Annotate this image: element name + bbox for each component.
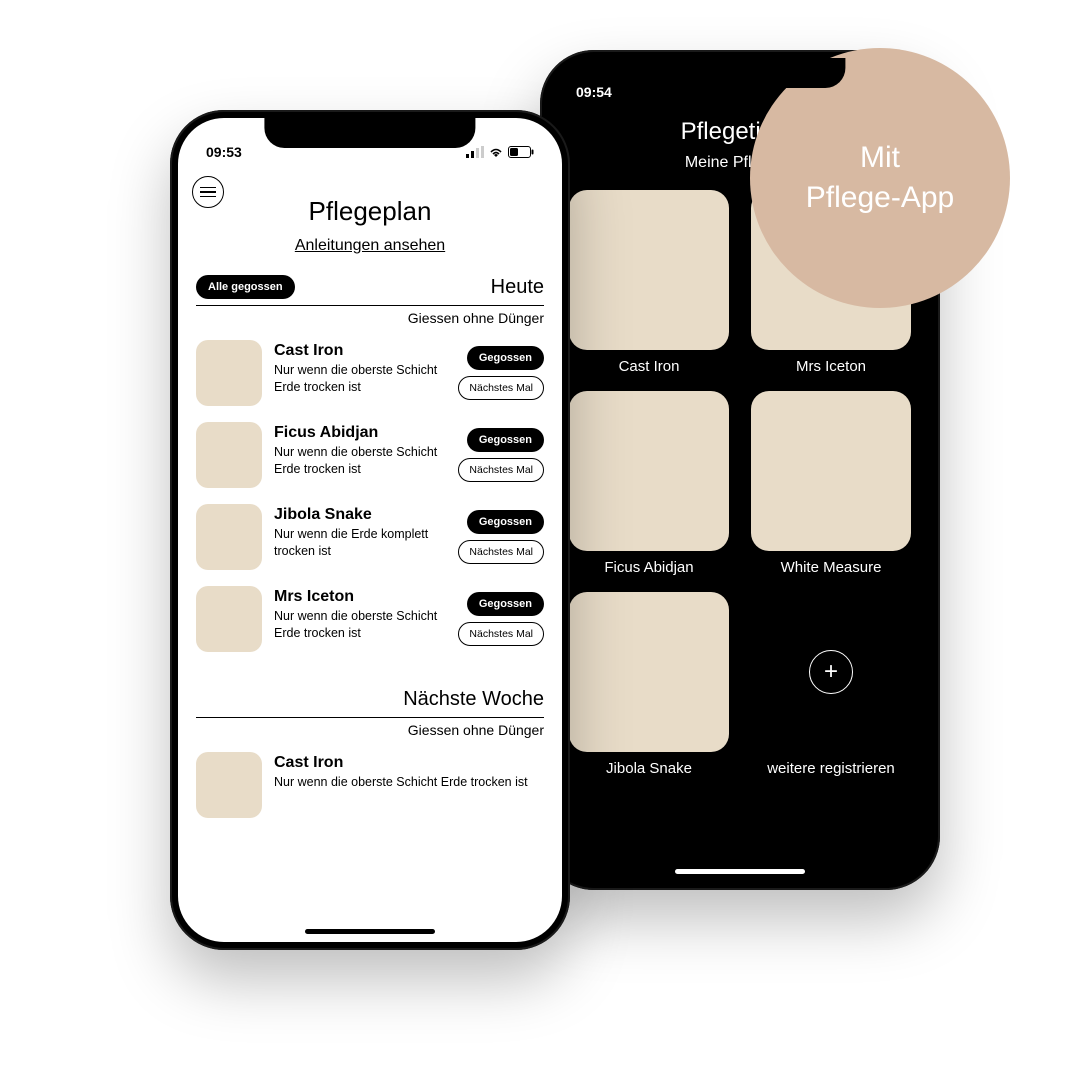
instructions-link[interactable]: Anleitungen ansehen xyxy=(178,237,562,255)
notch xyxy=(264,118,475,148)
plant-tile[interactable]: White Measure xyxy=(748,391,914,576)
divider xyxy=(196,717,544,718)
plant-thumbnail[interactable] xyxy=(196,586,262,652)
page-title: Pflegeplan xyxy=(178,196,562,227)
home-indicator[interactable] xyxy=(305,929,435,934)
all-watered-button[interactable]: Alle gegossen xyxy=(196,275,295,299)
status-icons xyxy=(466,146,534,158)
plant-name: Jibola Snake xyxy=(274,506,446,524)
plant-thumbnail xyxy=(569,391,729,551)
plant-label: Ficus Abidjan xyxy=(604,559,693,576)
hamburger-icon xyxy=(200,187,216,198)
plant-desc: Nur wenn die oberste Schicht Erde trocke… xyxy=(274,608,446,642)
divider xyxy=(196,305,544,306)
signal-icon xyxy=(466,146,484,158)
add-plant-tile[interactable]: + weitere registrieren xyxy=(748,592,914,777)
plant-label: Jibola Snake xyxy=(606,760,692,777)
status-time: 09:54 xyxy=(576,84,612,100)
plant-desc: Nur wenn die oberste Schicht Erde trocke… xyxy=(274,774,544,791)
status-time: 09:53 xyxy=(206,144,242,160)
section-note: Giessen ohne Dünger xyxy=(178,308,562,332)
plant-thumbnail[interactable] xyxy=(196,504,262,570)
plant-label: White Measure xyxy=(781,559,882,576)
plant-tile[interactable]: Ficus Abidjan xyxy=(566,391,732,576)
next-time-button[interactable]: Nächstes Mal xyxy=(458,540,544,564)
menu-button[interactable] xyxy=(192,176,224,208)
section-title: Heute xyxy=(491,276,544,299)
watered-button[interactable]: Gegossen xyxy=(467,510,544,534)
watered-button[interactable]: Gegossen xyxy=(467,592,544,616)
home-indicator[interactable] xyxy=(675,869,805,874)
plus-icon: + xyxy=(809,650,853,694)
watered-button[interactable]: Gegossen xyxy=(467,346,544,370)
plant-tile[interactable]: Jibola Snake xyxy=(566,592,732,777)
plant-name: Mrs Iceton xyxy=(274,588,446,606)
watered-button[interactable]: Gegossen xyxy=(467,428,544,452)
plant-thumbnail xyxy=(569,190,729,350)
next-time-button[interactable]: Nächstes Mal xyxy=(458,458,544,482)
badge-line1: Mit xyxy=(860,141,900,174)
notch xyxy=(634,58,845,88)
section-title: Nächste Woche xyxy=(403,688,544,711)
plant-thumbnail[interactable] xyxy=(196,340,262,406)
screen-pflegeplan: 09:53 P xyxy=(178,118,562,942)
plant-thumbnail xyxy=(569,592,729,752)
plant-thumbnail xyxy=(751,391,911,551)
plant-desc: Nur wenn die Erde komplett trocken ist xyxy=(274,526,446,560)
plant-thumbnail[interactable] xyxy=(196,752,262,818)
plant-row: Ficus Abidjan Nur wenn die oberste Schic… xyxy=(178,414,562,496)
next-time-button[interactable]: Nächstes Mal xyxy=(458,622,544,646)
plant-name: Ficus Abidjan xyxy=(274,424,446,442)
plant-name: Cast Iron xyxy=(274,754,544,772)
section-header-nextweek: Nächste Woche xyxy=(178,660,562,715)
plant-name: Cast Iron xyxy=(274,342,446,360)
phone-mock-1: 09:53 P xyxy=(170,110,570,950)
plant-row: Cast Iron Nur wenn die oberste Schicht E… xyxy=(178,332,562,414)
next-time-button[interactable]: Nächstes Mal xyxy=(458,376,544,400)
plant-desc: Nur wenn die oberste Schicht Erde trocke… xyxy=(274,444,446,478)
add-plant-thumb: + xyxy=(751,592,911,752)
section-header-today: Alle gegossen Heute xyxy=(178,255,562,303)
plant-label: Mrs Iceton xyxy=(796,358,866,375)
section-note: Giessen ohne Dünger xyxy=(178,720,562,744)
badge-line2: Pflege-App xyxy=(806,181,954,214)
plant-desc: Nur wenn die oberste Schicht Erde trocke… xyxy=(274,362,446,396)
plant-row: Jibola Snake Nur wenn die Erde komplett … xyxy=(178,496,562,578)
battery-icon xyxy=(508,146,534,158)
plant-tile[interactable]: Cast Iron xyxy=(566,190,732,375)
add-plant-label: weitere registrieren xyxy=(767,760,895,777)
wifi-icon xyxy=(488,146,504,158)
plant-row: Cast Iron Nur wenn die oberste Schicht E… xyxy=(178,744,562,826)
plant-label: Cast Iron xyxy=(619,358,680,375)
plant-thumbnail[interactable] xyxy=(196,422,262,488)
plant-row: Mrs Iceton Nur wenn die oberste Schicht … xyxy=(178,578,562,660)
